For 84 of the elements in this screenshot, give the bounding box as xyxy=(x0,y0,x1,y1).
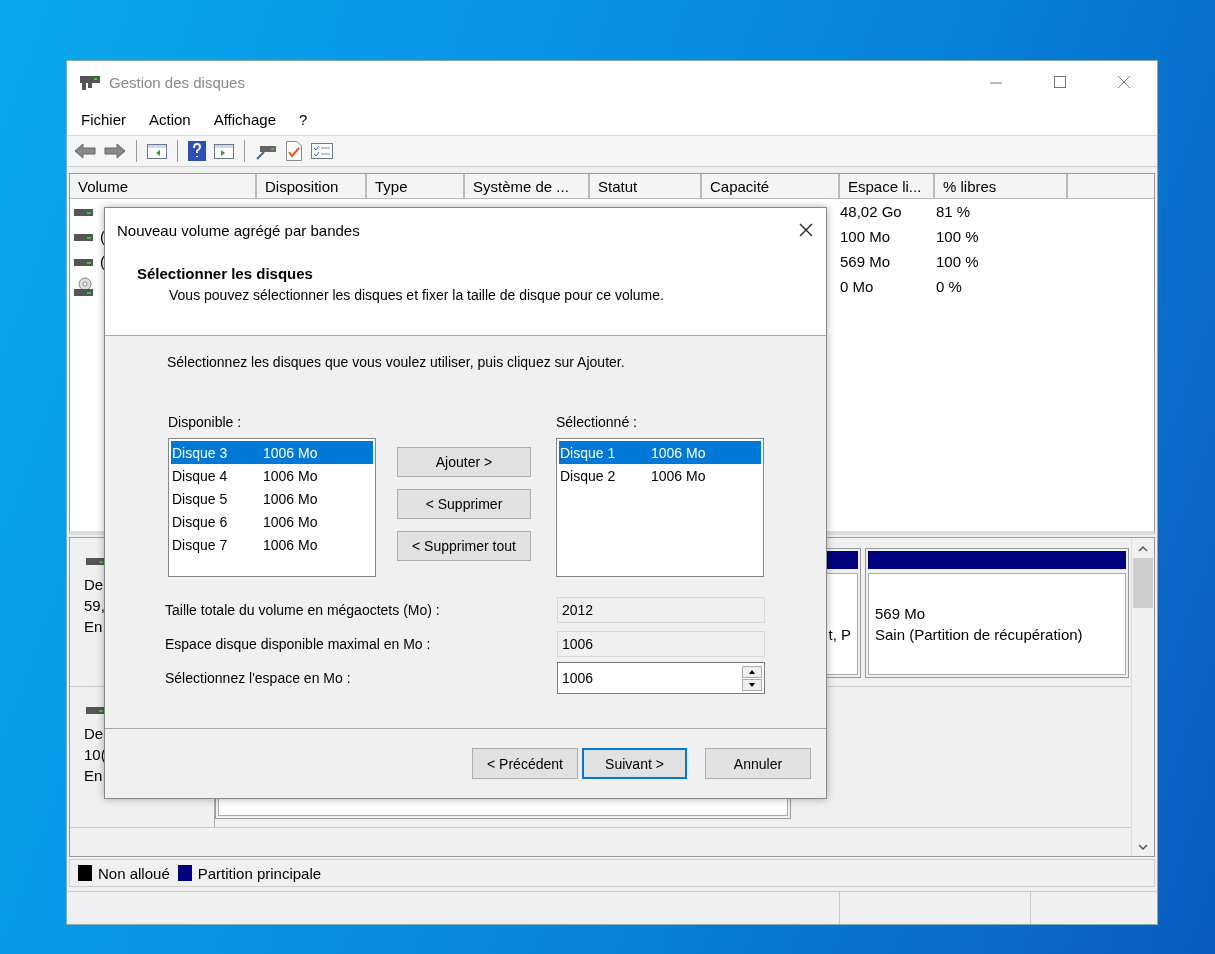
move-button[interactable]: < Supprimer xyxy=(397,489,531,519)
wizard-button[interactable]: < Précédent xyxy=(472,748,578,779)
scroll-down-icon[interactable] xyxy=(1137,842,1149,852)
table-cell-text: 48,02 Go xyxy=(840,203,903,220)
table-cell-text: 0 % xyxy=(936,278,963,295)
wizard-button[interactable]: Suivant > xyxy=(582,748,687,779)
scrollbar[interactable] xyxy=(1131,538,1154,856)
step-description: Vous pouvez sélectionner les disques et fixer la taille de disque pour ce volume. xyxy=(169,287,664,303)
column-header[interactable]: Statut xyxy=(590,174,702,198)
close-icon[interactable] xyxy=(798,222,814,238)
column-header[interactable]: Système de ... xyxy=(465,174,590,198)
list-label: Disponible : xyxy=(168,414,242,430)
disk-list-item[interactable]: Disque 5 1006 Mo xyxy=(171,487,373,510)
legend-label: Non alloué xyxy=(98,864,170,882)
table-cell-text: 100 % xyxy=(936,253,980,270)
disk-list-item[interactable]: Disque 4 1006 Mo xyxy=(171,464,373,487)
table-cell-text: 100 % xyxy=(936,228,980,245)
dialog-title: Nouveau volume agrégé par bandes xyxy=(117,221,360,239)
maximize-icon[interactable] xyxy=(1053,75,1067,89)
partition-text: t, P xyxy=(828,625,851,645)
disk-list-item[interactable]: Disque 2 1006 Mo xyxy=(559,464,761,487)
column-header[interactable]: Type xyxy=(367,174,465,198)
disk-label-text: En xyxy=(84,766,103,786)
disk-list-item[interactable]: Disque 3 1006 Mo xyxy=(171,441,373,464)
selected-disks-list[interactable]: Disque 1 1006 Mo Disque 2 1006 Mo xyxy=(556,438,764,577)
menu-item[interactable]: Fichier xyxy=(81,110,126,128)
scroll-thumb[interactable] xyxy=(1133,558,1153,608)
move-button[interactable]: Ajouter > xyxy=(397,447,531,477)
disk-list-item[interactable]: Disque 7 1006 Mo xyxy=(171,533,373,556)
table-cell: ( xyxy=(100,228,105,245)
legend-label: Partition principale xyxy=(197,864,322,882)
partition-text: Sain (Partition de récupération) xyxy=(875,625,1084,645)
window-title: Gestion des disques xyxy=(109,73,245,91)
panel-icon[interactable] xyxy=(146,141,168,161)
menu-item[interactable]: ? xyxy=(299,110,308,128)
readonly-field: 1006 xyxy=(557,631,765,657)
move-button[interactable]: < Supprimer tout xyxy=(397,531,531,561)
optical-drive-icon xyxy=(74,276,94,297)
wizard-button[interactable]: Annuler xyxy=(705,748,811,779)
properties-icon[interactable] xyxy=(310,141,334,161)
spin-field[interactable]: 1006 xyxy=(557,662,765,694)
spin-up-icon[interactable] xyxy=(742,665,762,678)
readonly-field: 2012 xyxy=(557,597,765,623)
field-label: Sélectionnez l'espace en Mo : xyxy=(165,670,352,686)
list-label: Sélectionné : xyxy=(556,414,637,430)
menu-item[interactable]: Action xyxy=(149,110,191,128)
disk-label-text: De xyxy=(84,724,104,744)
instruction-text: Sélectionnez les disques que vous voulez utiliser, puis cliquez sur Ajouter. xyxy=(167,354,625,370)
disk-label-text: 59, xyxy=(84,596,105,616)
table-cell-text: 81 % xyxy=(936,203,972,220)
forward-arrow-icon[interactable] xyxy=(103,141,127,161)
disk-label-text: De xyxy=(84,575,104,595)
drive-icon xyxy=(86,705,106,715)
drive-icon xyxy=(74,256,94,267)
disk-label-text: 10( xyxy=(84,745,106,765)
field-label: Espace disque disponible maximal en Mo : xyxy=(165,636,432,652)
column-header[interactable]: Disposition xyxy=(257,174,367,198)
spin-down-icon[interactable] xyxy=(742,678,762,691)
back-arrow-icon[interactable] xyxy=(73,141,97,161)
partition-block[interactable]: 569 Mo Sain (Partition de récupération) xyxy=(865,548,1129,678)
table-cell: ( xyxy=(100,253,105,270)
field-label: Taille totale du volume en mégaoctets (Mo) : xyxy=(165,602,441,618)
table-cell-text: 100 Mo xyxy=(840,228,892,245)
disk-label-text: En xyxy=(84,617,103,637)
menu-item[interactable]: Affichage xyxy=(213,110,276,128)
disk-list-item[interactable]: Disque 1 1006 Mo xyxy=(559,441,761,464)
checklist-icon[interactable] xyxy=(284,140,304,162)
column-header[interactable]: Espace li... xyxy=(840,174,935,198)
table-cell-text: 0 Mo xyxy=(840,278,875,295)
help-icon[interactable] xyxy=(187,140,207,162)
scroll-up-icon[interactable] xyxy=(1137,544,1149,554)
column-header[interactable]: Capacité xyxy=(702,174,840,198)
available-disks-list[interactable]: Disque 3 1006 Mo Disque 4 1006 Mo Disque 5 1006 Mo Disque 6 1006 Mo Disque 7 1006 Mo xyxy=(168,438,376,577)
column-header[interactable]: Volume xyxy=(70,174,257,198)
disk-list-item[interactable]: Disque 6 1006 Mo xyxy=(171,510,373,533)
disk-drive-icon xyxy=(79,73,101,91)
panel-icon[interactable] xyxy=(213,141,235,161)
drive-icon xyxy=(86,556,106,566)
table-cell-text: 569 Mo xyxy=(840,253,892,270)
drive-icon xyxy=(74,231,94,242)
column-header[interactable]: % libres xyxy=(935,174,1068,198)
partition-text: 569 Mo xyxy=(875,604,927,624)
step-heading: Sélectionner les disques xyxy=(137,265,313,282)
drive-icon xyxy=(74,206,94,217)
